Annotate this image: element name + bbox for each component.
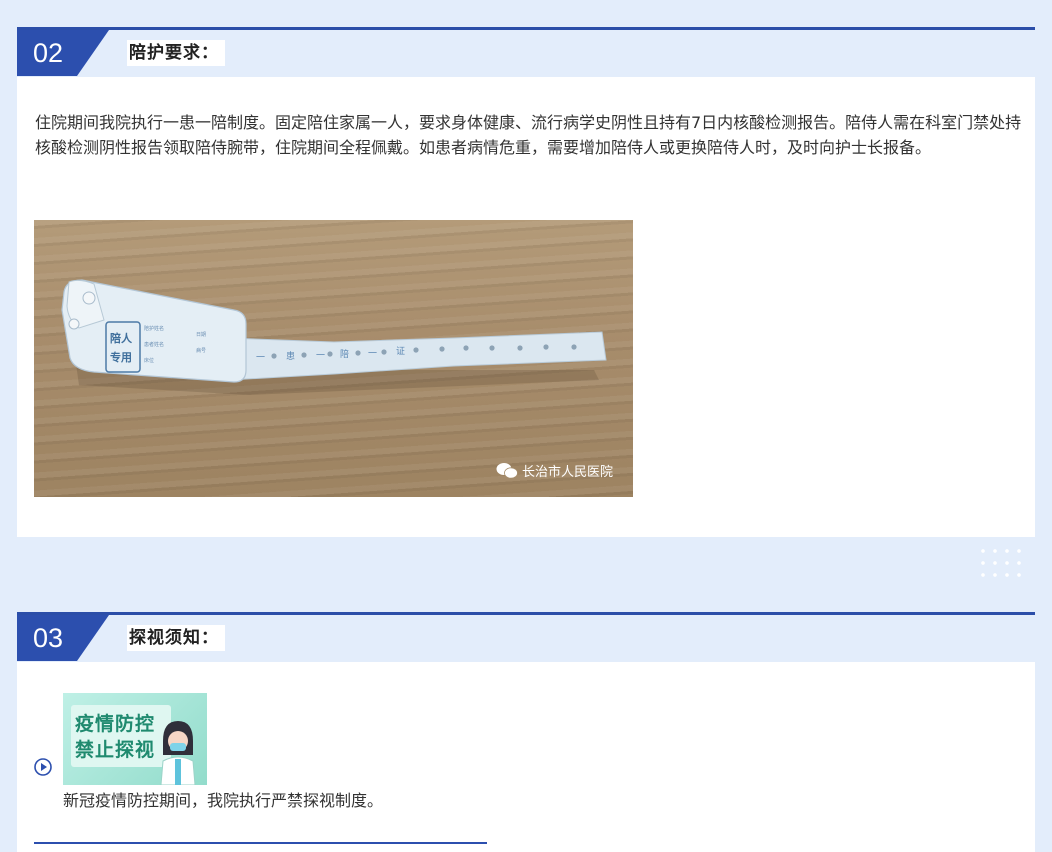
- nurse-illustration: [160, 721, 196, 785]
- section-number: 03: [17, 615, 109, 661]
- svg-text:一: 一: [316, 351, 325, 361]
- play-circle-icon[interactable]: [34, 758, 52, 776]
- section-header: 03 探视须知：: [17, 615, 1035, 661]
- svg-text:患: 患: [286, 350, 295, 362]
- section-header: 02 陪护要求：: [17, 30, 1035, 76]
- band-field: 陪护姓名: [144, 325, 164, 332]
- photo-watermark: 长治市人民医院: [496, 461, 613, 480]
- watermark-text: 长治市人民医院: [521, 465, 613, 480]
- wristband-illustration: 陪人 专用 陪护姓名 患者姓名 床位 日期 病号 一 患 一 陪 一 证: [61, 279, 607, 395]
- band-field: 床位: [144, 357, 154, 364]
- band-field: 病号: [196, 347, 206, 354]
- section-title: 陪护要求：: [127, 40, 225, 66]
- svg-text:一: 一: [256, 353, 265, 363]
- svg-text:证: 证: [396, 346, 405, 357]
- paragraph: 住院期间我院执行一患一陪制度。固定陪住家属一人，要求身体健康、流行病学史阴性且持…: [35, 113, 1022, 157]
- visiting-item-text: 新冠疫情防控期间，我院执行严禁探视制度。: [63, 791, 384, 810]
- content-card: 疫情防控 禁止探视 新冠疫情防控期间，我院执行严禁探视制度。: [17, 662, 1035, 852]
- divider-line: [34, 842, 487, 844]
- section-accompany: 02 陪护要求： 住院期间我院执行一患一陪制度。固定陪住家属一人，要求身体健康、…: [17, 27, 1035, 581]
- svg-text:陪: 陪: [340, 348, 349, 360]
- section-title: 探视须知：: [127, 625, 225, 651]
- band-field: 患者姓名: [144, 341, 164, 348]
- content-card: 住院期间我院执行一患一陪制度。固定陪住家属一人，要求身体健康、流行病学史阴性且持…: [17, 77, 1035, 537]
- band-field: 日期: [196, 332, 206, 338]
- decorative-dots: [977, 545, 1025, 581]
- band-label-bottom: 专用: [110, 350, 132, 364]
- section-visiting: 03 探视须知： 疫情防控 禁止探视 新冠疫情防控期间，我院执行严禁探视制度。: [17, 612, 1035, 852]
- poster-line2: 禁止探视: [75, 739, 156, 761]
- wechat-icon: [496, 462, 518, 479]
- svg-text:一: 一: [368, 349, 377, 359]
- band-label-top: 陪人: [110, 331, 133, 345]
- wristband-photo: 陪人 专用 陪护姓名 患者姓名 床位 日期 病号 一 患 一 陪 一 证 长治市…: [34, 220, 633, 497]
- epidemic-poster: 疫情防控 禁止探视: [63, 693, 207, 785]
- section-number: 02: [17, 30, 109, 76]
- poster-line1: 疫情防控: [75, 713, 156, 735]
